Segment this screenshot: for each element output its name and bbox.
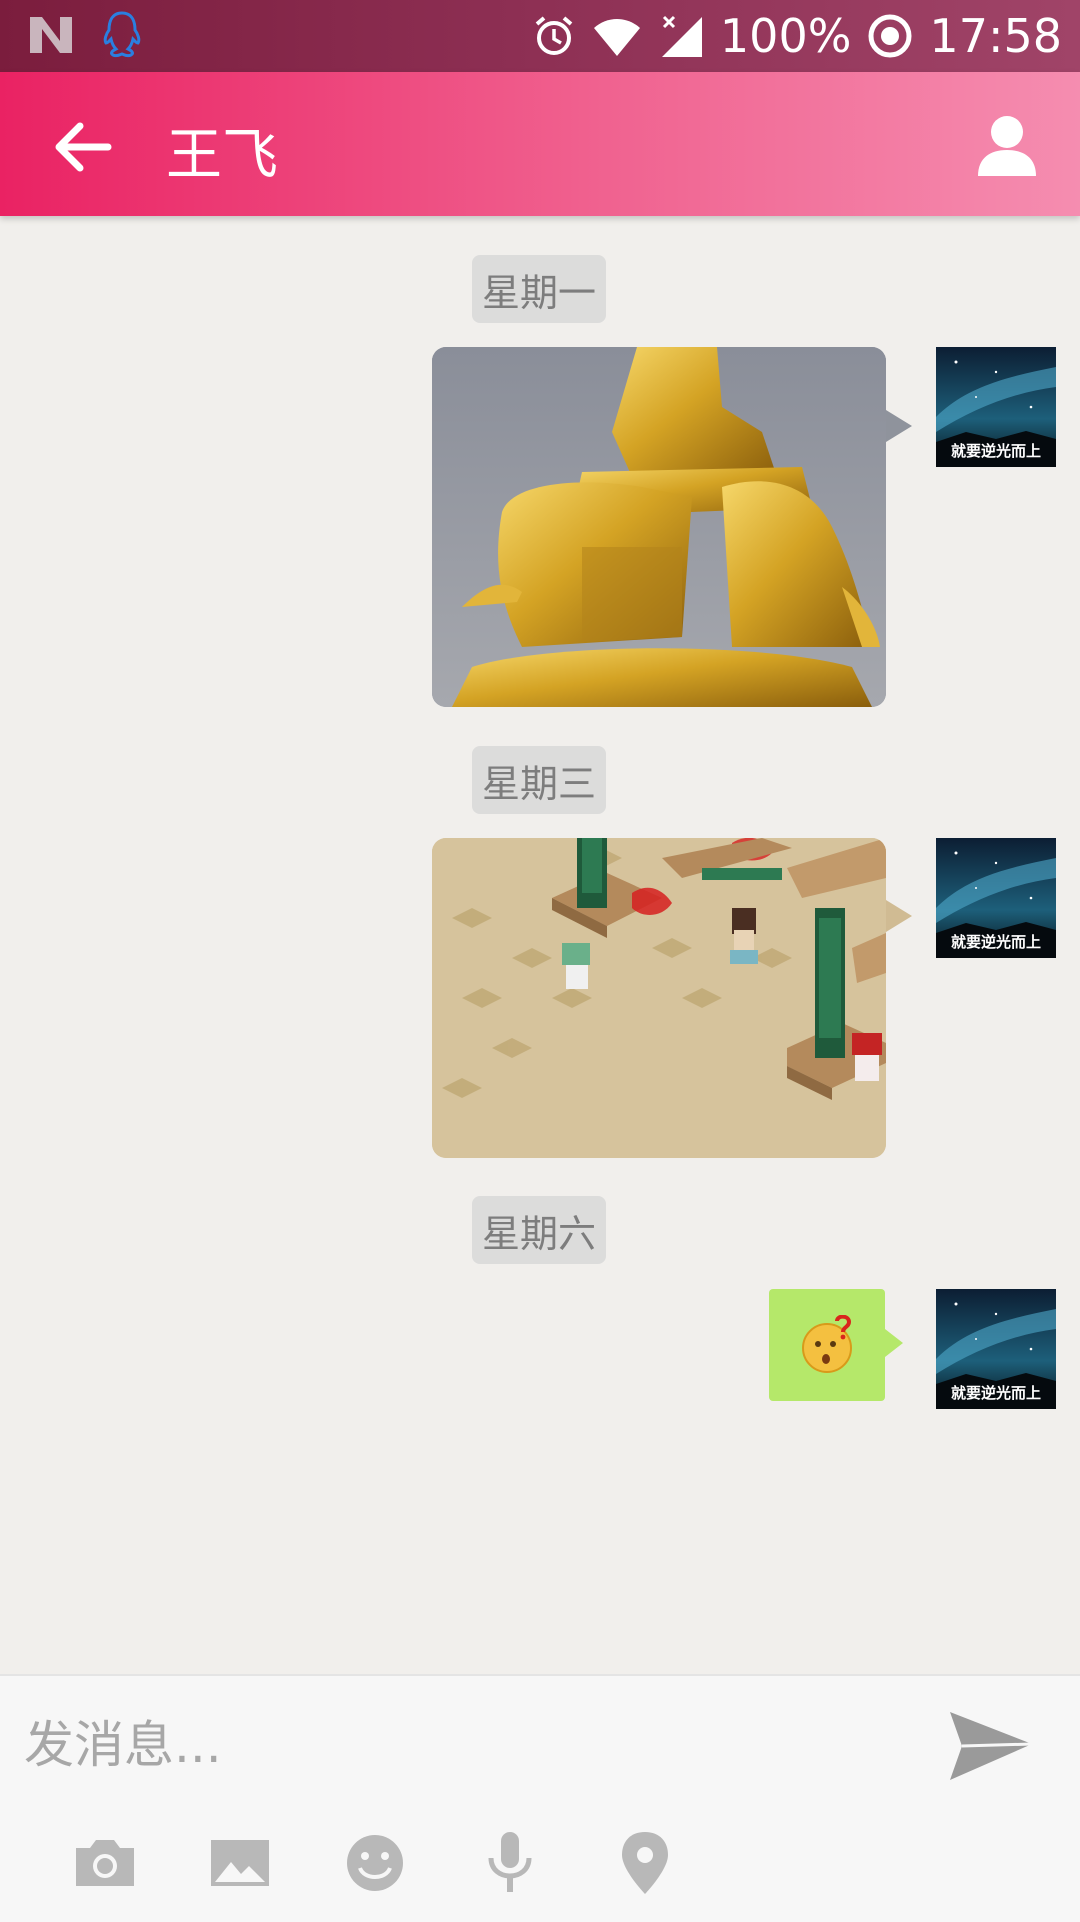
emoji-icon[interactable] — [340, 1828, 410, 1898]
date-divider: 星期六 — [472, 1196, 606, 1264]
camera-icon[interactable] — [70, 1828, 140, 1898]
date-divider: 星期一 — [472, 255, 606, 323]
avatar-caption: 就要逆光而上 — [950, 1384, 1041, 1402]
message-input[interactable] — [22, 1704, 906, 1786]
back-arrow-icon[interactable] — [48, 112, 118, 182]
clock-text: 17:58 — [929, 9, 1062, 63]
my-avatar[interactable]: 就要逆光而上 — [936, 347, 1056, 467]
my-avatar[interactable]: 就要逆光而上 — [936, 1289, 1056, 1409]
n-notification-icon — [30, 17, 72, 53]
qq-icon — [103, 11, 141, 58]
page-title: 王飞 — [166, 123, 278, 188]
game-scene-image — [432, 838, 886, 1158]
do-not-disturb-icon — [868, 14, 912, 58]
image-message-game[interactable] — [432, 838, 886, 1158]
microphone-icon[interactable] — [475, 1828, 545, 1898]
bubble-tail — [885, 1329, 903, 1357]
battery-text: 100% — [719, 9, 852, 63]
send-icon[interactable] — [946, 1702, 1036, 1792]
bubble-tail — [886, 900, 912, 932]
contact-profile-icon[interactable] — [972, 110, 1042, 180]
alarm-icon — [535, 16, 573, 55]
bubble-tail — [886, 410, 912, 442]
statue-image — [432, 347, 886, 707]
chat-message-list[interactable]: 星期一 就要逆光而上 星期三 就要逆光而上 星期六 就要逆光而上 — [0, 216, 1080, 1674]
image-message-statue[interactable] — [432, 347, 886, 707]
avatar-caption: 就要逆光而上 — [950, 933, 1041, 951]
location-pin-icon[interactable] — [610, 1828, 680, 1898]
signal-icon — [661, 15, 702, 57]
date-divider: 星期三 — [472, 746, 606, 814]
status-bar: 100% 17:58 — [0, 0, 1080, 72]
confused-face-emoji — [802, 1315, 852, 1373]
my-avatar[interactable]: 就要逆光而上 — [936, 838, 1056, 958]
avatar-caption: 就要逆光而上 — [950, 442, 1041, 460]
image-icon[interactable] — [205, 1828, 275, 1898]
app-bar: 王飞 — [0, 72, 1080, 216]
message-composer — [0, 1674, 1080, 1922]
wifi-icon — [593, 19, 640, 56]
sticker-message[interactable] — [769, 1289, 885, 1401]
